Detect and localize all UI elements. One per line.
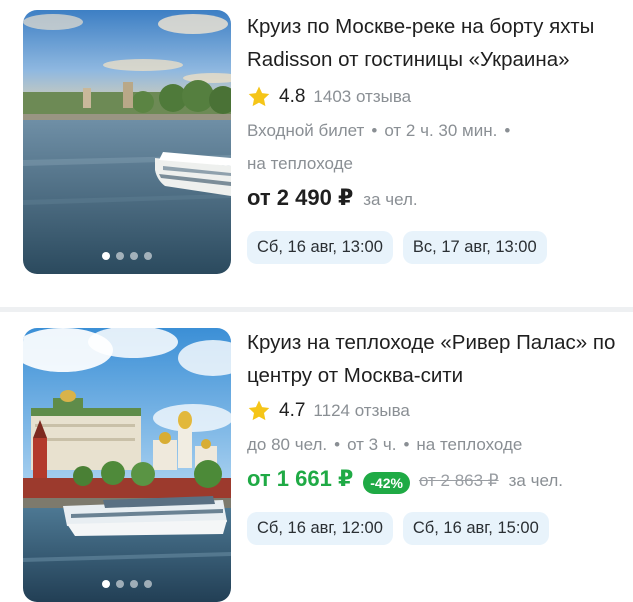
listing-photo-2[interactable] [23,328,231,602]
star-icon [248,400,270,421]
capacity: до 80 чел. [247,435,328,454]
carousel-dot[interactable] [144,252,152,260]
rating-row: 4.8 1403 отзыва [247,82,619,112]
carousel-dots[interactable] [23,252,231,260]
date-chips: Сб, 16 авг, 13:00 Вс, 17 авг, 13:00 [247,231,619,264]
bullet: • [371,121,378,140]
reviews-count[interactable]: 1403 отзыва [313,87,411,107]
bullet: • [334,435,341,454]
discount-badge: -42% [363,472,410,494]
meta-line: Входной билет • от 2 ч. 30 мин. • [247,114,619,147]
reviews-count[interactable]: 1124 отзыва [313,401,409,421]
listing-photo-1[interactable] [23,10,231,274]
price-unit: за чел. [508,471,563,490]
listing-info-2: Круиз на теплоходе «Ривер Палас» по цент… [247,327,619,545]
river-yacht-image [23,10,231,274]
listing-card-2[interactable]: Круиз на теплоходе «Ривер Палас» по цент… [0,312,633,602]
rating-row: 4.7 1124 отзыва [247,396,619,426]
carousel-dot[interactable] [102,580,110,588]
price-unit: за чел. [363,190,418,209]
listing-info-1: Круиз по Москве-реке на борту яхты Radis… [247,11,619,264]
duration: от 2 ч. 30 мин. [384,121,498,140]
star-icon [248,86,270,107]
carousel-dot[interactable] [116,580,124,588]
meta-line: на теплоходе [247,147,619,180]
carousel-dot[interactable] [144,580,152,588]
date-chip[interactable]: Сб, 16 авг, 13:00 [247,231,393,264]
kremlin-boat-image [23,328,231,602]
carousel-dot[interactable] [102,252,110,260]
price: от 1 661 ₽ [247,466,354,491]
price-row: от 1 661 ₽ -42% от 2 863 ₽ за чел. [247,466,619,500]
rating-value: 4.8 [279,86,306,107]
carousel-dots[interactable] [23,580,231,588]
meta-line: до 80 чел. • от 3 ч. • на теплоходе [247,428,619,461]
carousel-dot[interactable] [130,252,138,260]
transport-type: на теплоходе [247,154,353,173]
carousel-dot[interactable] [130,580,138,588]
listing-card-1[interactable]: Круиз по Москве-реке на борту яхты Radis… [0,0,633,307]
price: от 2 490 ₽ [247,185,354,210]
listing-title[interactable]: Круиз по Москве-реке на борту яхты Radis… [247,11,619,76]
duration: от 3 ч. [347,435,397,454]
carousel-dot[interactable] [116,252,124,260]
date-chip[interactable]: Сб, 16 авг, 12:00 [247,512,393,545]
bullet: • [403,435,410,454]
date-chip[interactable]: Сб, 16 авг, 15:00 [402,512,549,545]
bullet: • [504,121,511,140]
transport-type: на теплоходе [416,435,523,454]
price-row: от 2 490 ₽ за чел. [247,185,619,219]
rating-value: 4.7 [279,400,306,421]
date-chips: Сб, 16 авг, 12:00 Сб, 16 авг, 15:00 [247,512,619,545]
old-price: от 2 863 ₽ [418,471,499,490]
date-chip[interactable]: Вс, 17 авг, 13:00 [402,231,547,264]
ticket-type: Входной билет [247,121,365,140]
listing-title[interactable]: Круиз на теплоходе «Ривер Палас» по цент… [247,327,619,392]
